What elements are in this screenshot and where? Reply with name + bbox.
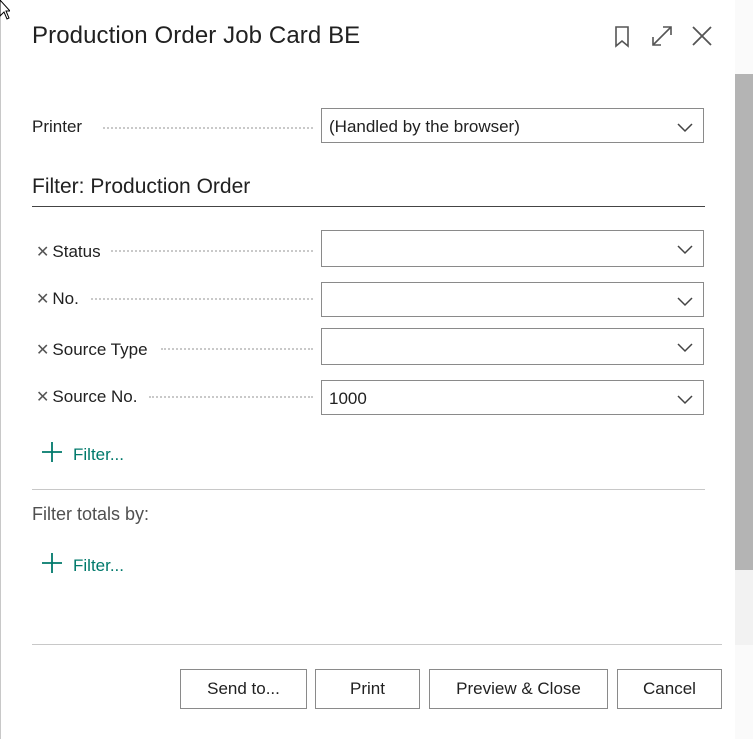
filter-label-source-type: Source Type [52, 340, 148, 359]
filter-row-source-type: ✕ Source Type [36, 340, 148, 360]
add-filter-button[interactable]: Filter... [41, 441, 124, 468]
remove-filter-icon[interactable]: ✕ [36, 387, 49, 407]
source-type-select[interactable] [321, 328, 704, 365]
chevron-down-icon [677, 391, 693, 411]
filter-label-source-no: Source No. [52, 387, 138, 406]
footer-divider [32, 644, 722, 645]
chevron-down-icon [677, 119, 693, 139]
source-no-select-value: 1000 [329, 389, 367, 408]
printer-select[interactable]: (Handled by the browser) [321, 108, 704, 143]
leader-dots [91, 298, 313, 300]
printer-select-value: (Handled by the browser) [329, 117, 520, 136]
no-select[interactable] [321, 282, 704, 317]
printer-label: Printer [32, 117, 82, 137]
leader-dots [103, 127, 313, 129]
remove-filter-icon[interactable]: ✕ [36, 340, 49, 360]
section-divider [32, 206, 705, 207]
print-button[interactable]: Print [315, 669, 420, 709]
plus-icon [41, 441, 63, 468]
source-no-select[interactable]: 1000 [321, 380, 704, 415]
plus-icon [41, 552, 63, 579]
divider [32, 489, 705, 490]
close-icon[interactable] [688, 22, 716, 50]
mouse-cursor-icon [0, 0, 12, 27]
add-filter-label: Filter... [73, 444, 125, 464]
leader-dots [111, 250, 313, 252]
leader-dots [161, 348, 313, 350]
remove-filter-icon[interactable]: ✕ [36, 242, 49, 262]
filter-label-no: No. [52, 289, 79, 308]
filter-row-no: ✕ No. [36, 289, 79, 309]
filter-row-status: ✕ Status [36, 242, 101, 262]
remove-filter-icon[interactable]: ✕ [36, 289, 49, 309]
status-select[interactable] [321, 230, 704, 267]
cancel-button[interactable]: Cancel [617, 669, 722, 709]
report-request-dialog: Production Order Job Card BE Printer (Ha… [0, 0, 735, 739]
filter-row-source-no: ✕ Source No. [36, 387, 137, 407]
preview-close-button[interactable]: Preview & Close [429, 669, 608, 709]
send-to-button[interactable]: Send to... [180, 669, 307, 709]
chevron-down-icon [677, 339, 693, 359]
chevron-down-icon [677, 293, 693, 313]
filter-totals-label: Filter totals by: [32, 504, 150, 524]
add-totals-filter-label: Filter... [73, 555, 125, 575]
chevron-down-icon [677, 241, 693, 261]
expand-icon[interactable] [648, 22, 676, 50]
scrollbar-thumb[interactable] [734, 74, 753, 570]
printer-label-text: Printer [32, 117, 83, 136]
leader-dots [149, 396, 313, 398]
bookmark-icon[interactable] [608, 22, 636, 50]
dialog-title: Production Order Job Card BE [32, 22, 361, 49]
filter-label-status: Status [52, 242, 101, 261]
add-totals-filter-button[interactable]: Filter... [41, 552, 124, 579]
filter-section-title: Filter: Production Order [32, 175, 251, 198]
